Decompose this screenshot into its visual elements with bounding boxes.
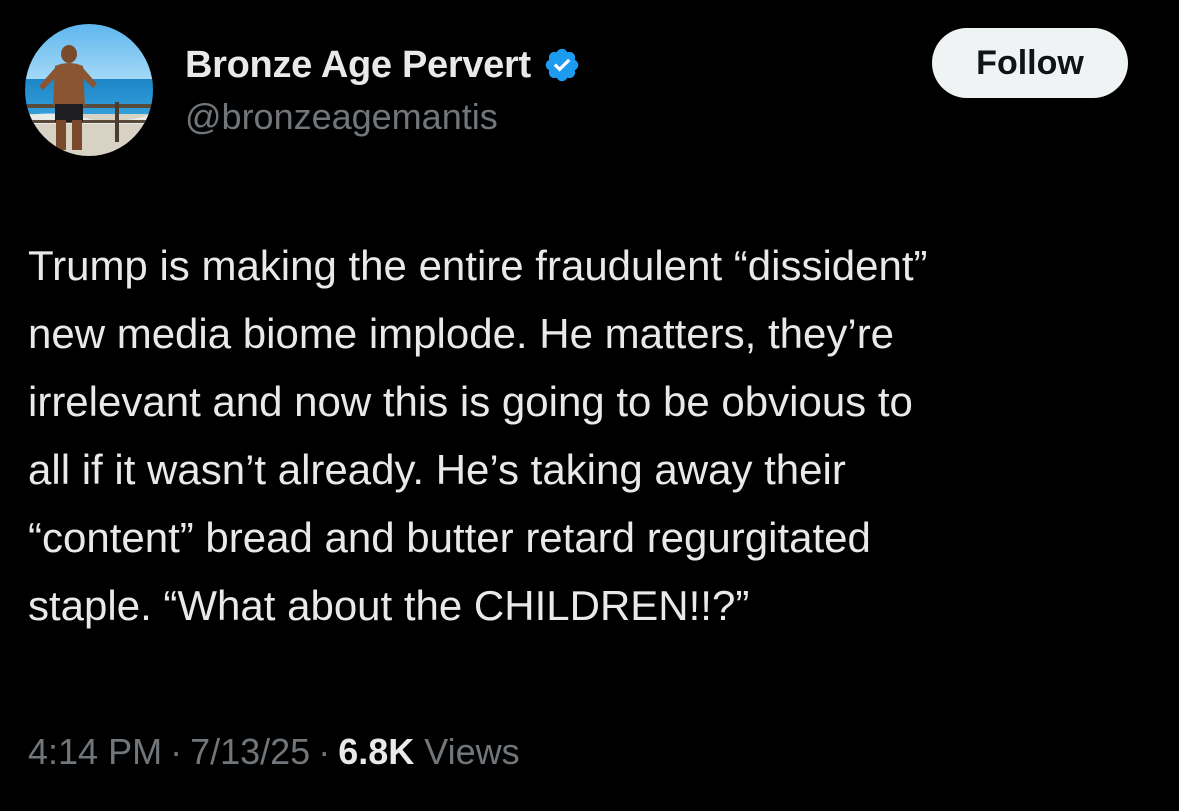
views-count: 6.8K — [338, 731, 415, 772]
tweet-date[interactable]: 7/13/25 — [190, 731, 310, 773]
author-avatar[interactable] — [25, 24, 153, 156]
avatar-photo-icon — [25, 24, 153, 156]
tweet-text-line: Trump is making the entire fraudulent “d… — [28, 242, 928, 289]
tweet-text-line: “content” bread and butter retard regurg… — [28, 514, 871, 561]
tweet-meta: 4:14 PM · 7/13/25 · 6.8K Views — [28, 726, 520, 778]
meta-separator: · — [318, 731, 331, 772]
verified-badge-icon[interactable] — [543, 46, 581, 84]
tweet-text-line: staple. “What about the CHILDREN!!?” — [28, 582, 750, 629]
tweet-text-line: new media biome implode. He matters, the… — [28, 310, 895, 357]
tweet-text-line: irrelevant and now this is going to be o… — [28, 378, 913, 425]
follow-button[interactable]: Follow — [932, 28, 1128, 98]
tweet-time[interactable]: 4:14 PM — [28, 731, 162, 773]
views-label: Views — [424, 731, 520, 772]
tweet-text: Trump is making the entire fraudulent “d… — [28, 232, 1158, 640]
tweet-text-line: all if it wasn’t already. He’s taking aw… — [28, 446, 846, 493]
author-handle[interactable]: @bronzeagemantis — [185, 96, 498, 138]
author-name-row: Bronze Age Pervert — [185, 40, 581, 90]
meta-separator: · — [170, 731, 183, 772]
tweet-card: Bronze Age Pervert @bronzeagemantis Foll… — [0, 0, 1179, 811]
display-name[interactable]: Bronze Age Pervert — [185, 44, 531, 87]
